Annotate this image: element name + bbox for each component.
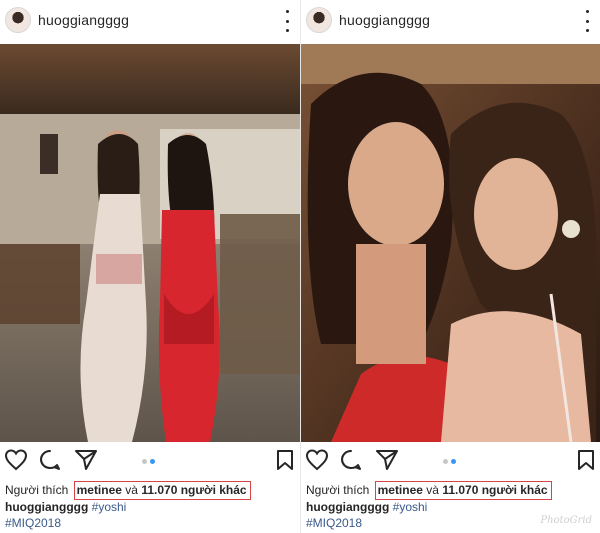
likes-count-link[interactable]: 11.070 người khác <box>141 483 246 497</box>
likes-count-link[interactable]: 11.070 người khác <box>442 483 547 497</box>
caption-username[interactable]: huoggiangggg <box>5 500 88 514</box>
share-icon[interactable] <box>375 449 399 471</box>
post-left: huoggiangggg Người thích metinee và 11.0… <box>0 0 300 533</box>
likes-line: Người thích metinee và 11.070 người khác <box>306 481 552 500</box>
carousel-dot <box>443 459 448 464</box>
likes-prefix: Người thích <box>306 483 373 497</box>
post-photo[interactable] <box>301 44 600 442</box>
comment-icon[interactable] <box>38 449 62 471</box>
likes-joiner: và <box>125 483 138 497</box>
post-username[interactable]: huoggiangggg <box>339 12 430 28</box>
caption-line: huoggiangggg #yoshi <box>306 500 427 514</box>
post-photo[interactable] <box>0 44 300 442</box>
carousel-indicator <box>443 459 456 464</box>
caption-line: huoggiangggg #yoshi <box>5 500 126 514</box>
hashtag-link[interactable]: #MIQ2018 <box>306 516 362 530</box>
more-options-icon[interactable] <box>284 10 290 32</box>
action-bar <box>0 449 300 475</box>
heart-icon[interactable] <box>4 449 28 471</box>
post-header: huoggiangggg <box>0 0 300 44</box>
hashtag-link[interactable]: #MIQ2018 <box>5 516 61 530</box>
share-icon[interactable] <box>74 449 98 471</box>
post-right: huoggiangggg Người thích metinee và 11.0… <box>300 0 600 533</box>
likes-highlight-box: metinee và 11.070 người khác <box>374 481 552 500</box>
carousel-indicator <box>142 459 155 464</box>
bookmark-icon[interactable] <box>577 449 595 471</box>
caption-tag[interactable]: #yoshi <box>92 500 127 514</box>
caption-username[interactable]: huoggiangggg <box>306 500 389 514</box>
post-username[interactable]: huoggiangggg <box>38 12 129 28</box>
likes-highlight-box: metinee và 11.070 người khác <box>73 481 251 500</box>
likes-line: Người thích metinee và 11.070 người khác <box>5 481 251 500</box>
action-bar <box>301 449 600 475</box>
post-header: huoggiangggg <box>301 0 600 44</box>
avatar[interactable] <box>5 7 31 33</box>
photo-illustration <box>0 44 300 442</box>
avatar[interactable] <box>306 7 332 33</box>
carousel-dot-active <box>150 459 155 464</box>
photo-illustration <box>301 44 600 442</box>
heart-icon[interactable] <box>305 449 329 471</box>
carousel-dot-active <box>451 459 456 464</box>
more-options-icon[interactable] <box>584 10 590 32</box>
liked-user-link[interactable]: metinee <box>77 483 122 497</box>
caption-tag[interactable]: #yoshi <box>393 500 428 514</box>
comment-icon[interactable] <box>339 449 363 471</box>
likes-prefix: Người thích <box>5 483 72 497</box>
photogrid-watermark: PhotoGrid <box>540 515 592 526</box>
bookmark-icon[interactable] <box>276 449 294 471</box>
carousel-dot <box>142 459 147 464</box>
likes-joiner: và <box>426 483 439 497</box>
liked-user-link[interactable]: metinee <box>378 483 423 497</box>
